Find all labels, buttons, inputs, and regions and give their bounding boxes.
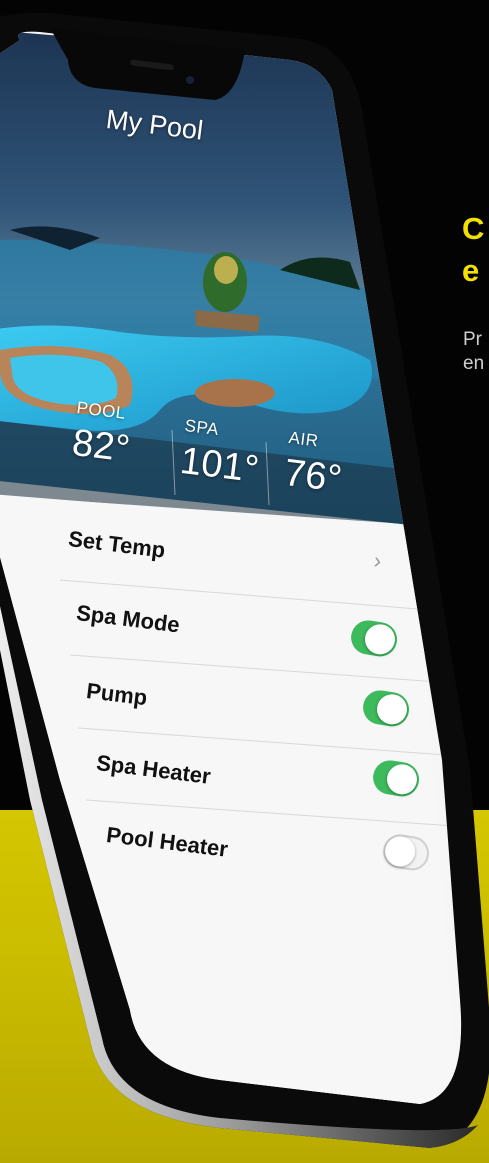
pool-heater-toggle[interactable] — [380, 832, 432, 873]
promo-canvas: C e Pr en My Pool POOL 82° SPA 101° AIR … — [0, 0, 489, 1163]
row-pool-heater: Pool Heater — [104, 822, 230, 862]
temp-spa: SPA 101° — [178, 416, 264, 492]
spa-mode-toggle[interactable] — [348, 618, 400, 659]
row-spa-mode: Spa Mode — [74, 600, 182, 638]
toggle-knob — [362, 622, 398, 657]
temp-pool-label: POOL — [75, 398, 127, 423]
app-title: My Pool — [104, 104, 205, 146]
temp-air-label: AIR — [287, 428, 320, 451]
temp-air-value: 76° — [281, 451, 345, 501]
temp-pool: POOL 82° — [70, 398, 135, 472]
spa-heater-toggle[interactable] — [370, 758, 422, 799]
row-spa-heater: Spa Heater — [94, 750, 213, 789]
temp-air: AIR 76° — [282, 428, 347, 502]
row-pump: Pump — [84, 678, 149, 711]
phone-mockup: My Pool POOL 82° SPA 101° AIR 76° Set Te… — [0, 0, 489, 1163]
toggle-knob — [374, 692, 410, 727]
row-set-temp[interactable]: Set Temp — [67, 526, 167, 564]
app-screen: My Pool POOL 82° SPA 101° AIR 76° Set Te… — [0, 0, 489, 1163]
temp-pool-value: 82° — [69, 421, 133, 471]
temp-spa-value: 101° — [177, 439, 262, 492]
chevron-right-icon[interactable]: › — [372, 548, 383, 575]
pump-toggle[interactable] — [360, 688, 412, 729]
toggle-knob — [384, 762, 420, 797]
toggle-knob — [382, 834, 418, 869]
